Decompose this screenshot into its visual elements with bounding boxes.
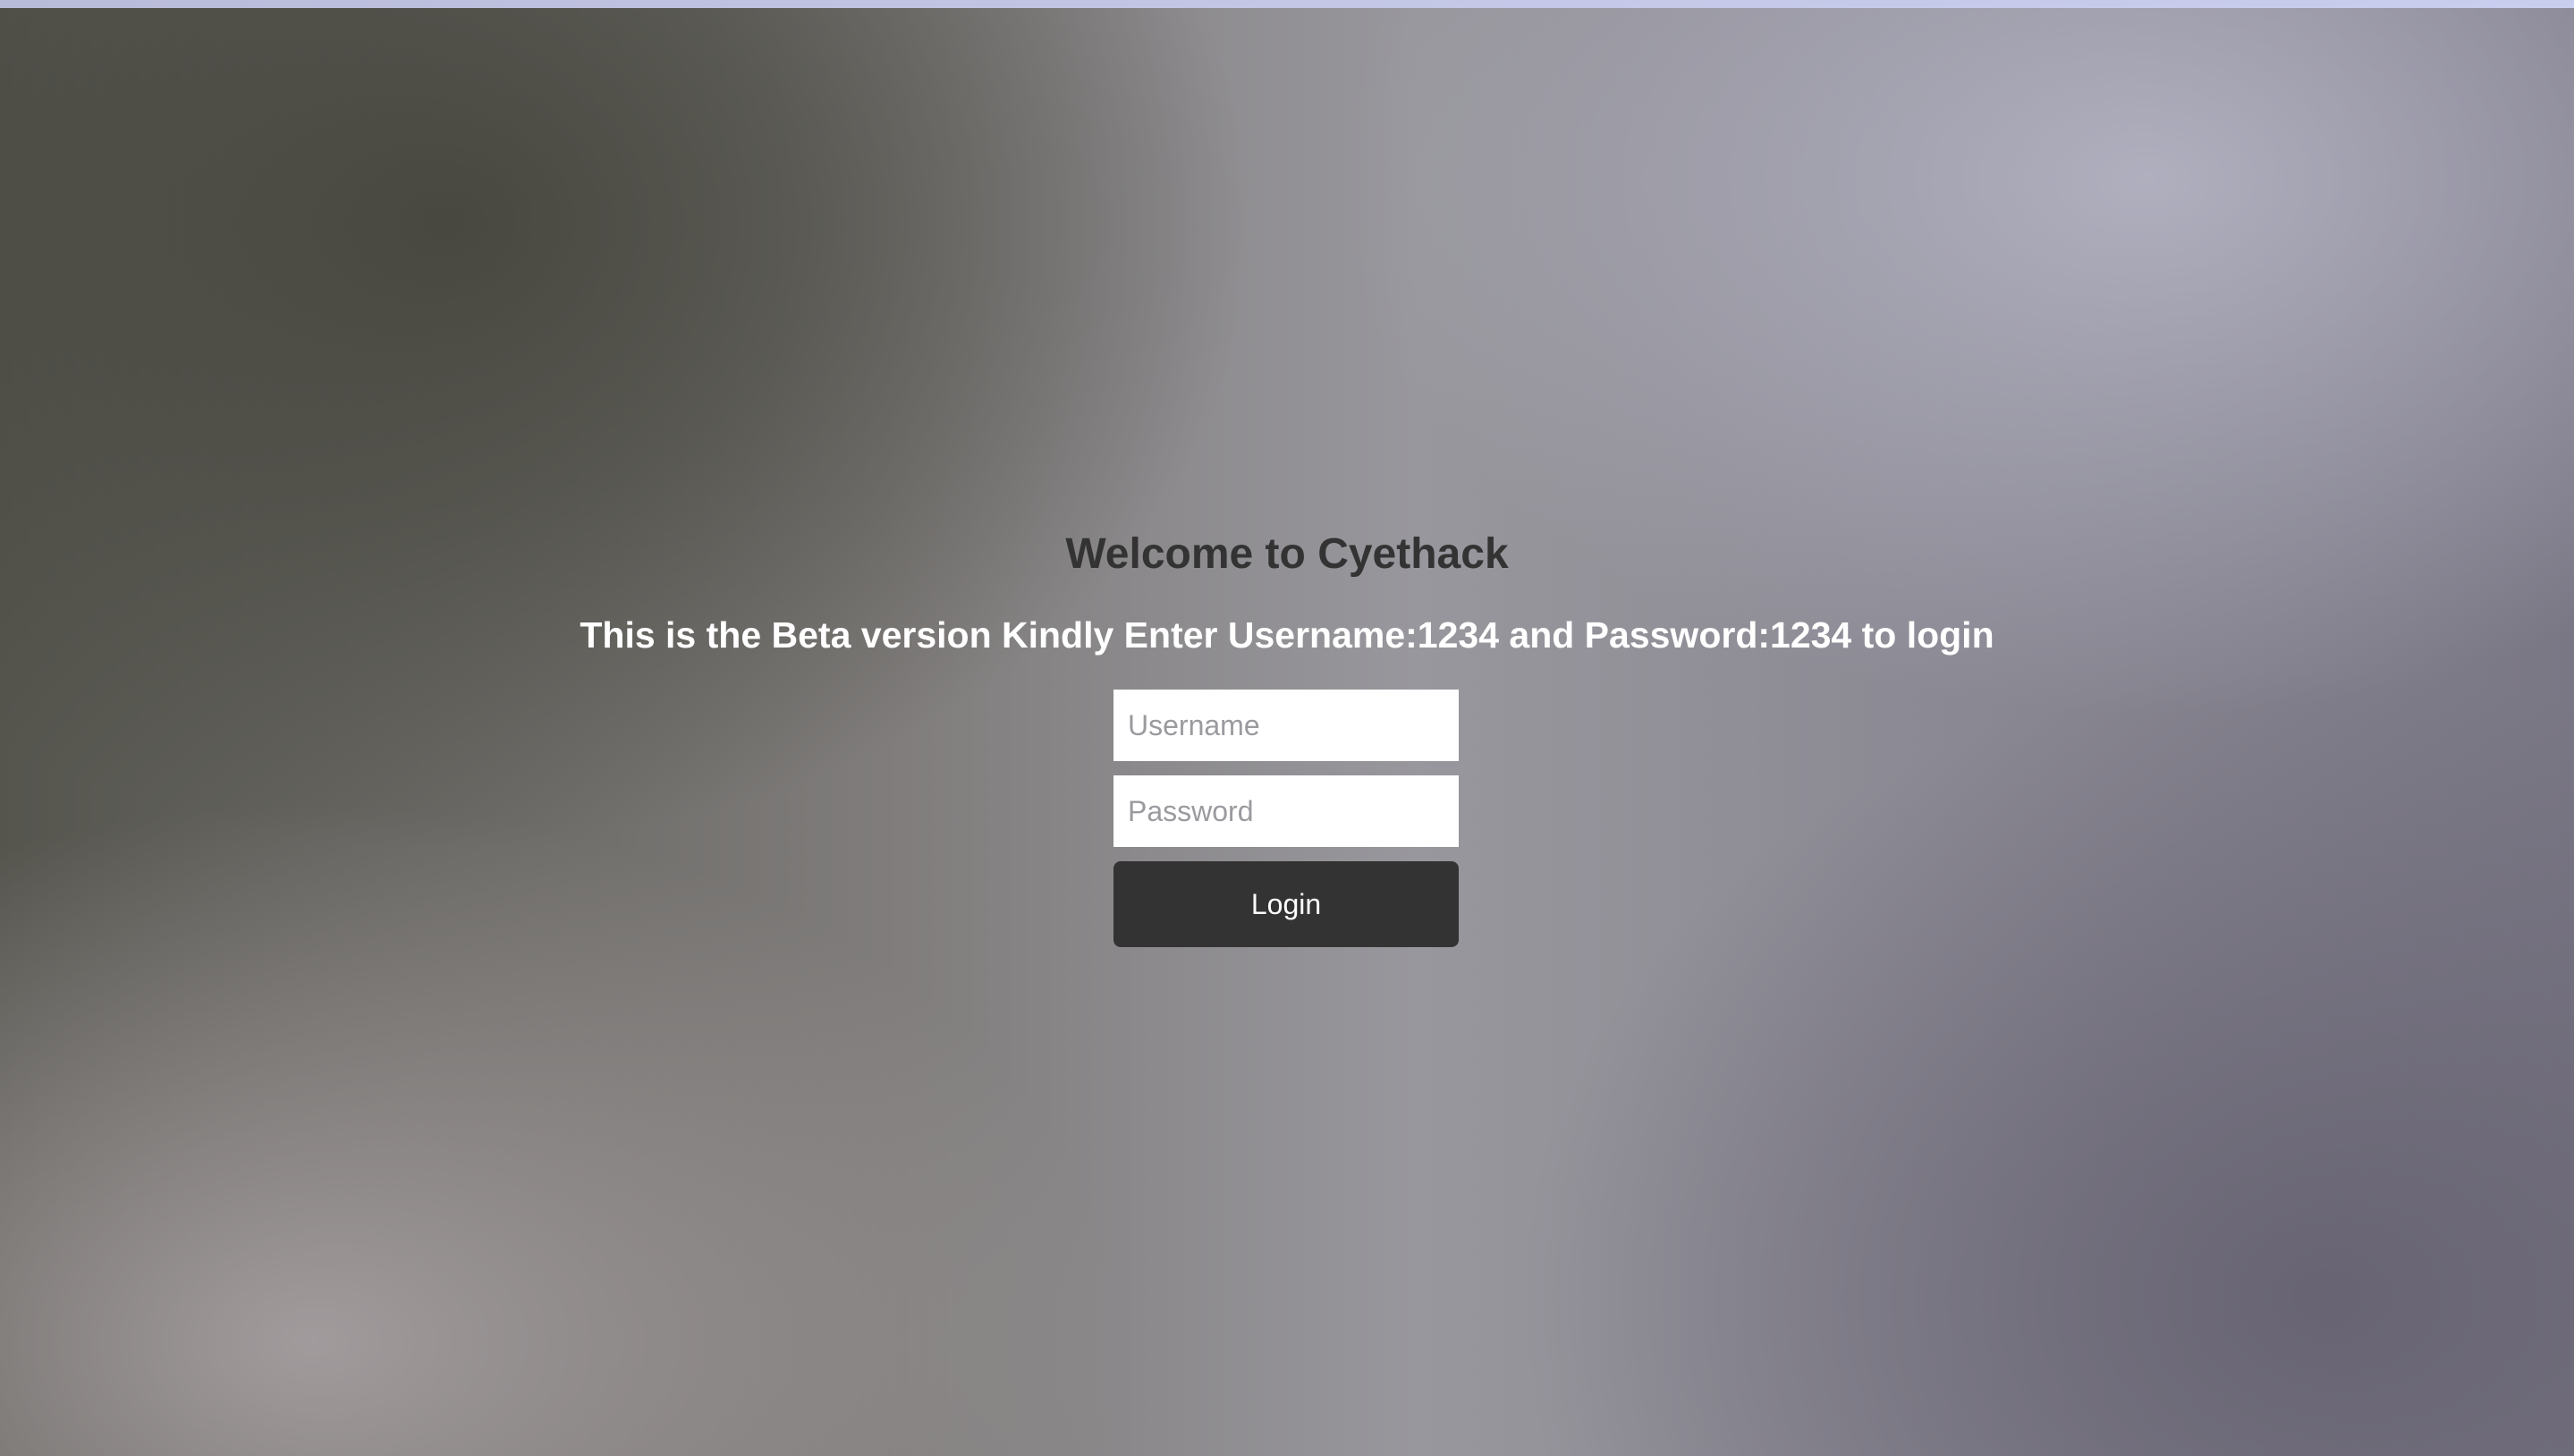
page-title: Welcome to Cyethack	[1065, 530, 1509, 578]
login-button[interactable]: Login	[1113, 861, 1459, 947]
login-container: Welcome to Cyethack This is the Beta ver…	[0, 0, 2574, 1456]
beta-instructions: This is the Beta version Kindly Enter Us…	[580, 614, 1994, 656]
password-input[interactable]	[1113, 775, 1459, 847]
username-input[interactable]	[1113, 690, 1459, 761]
